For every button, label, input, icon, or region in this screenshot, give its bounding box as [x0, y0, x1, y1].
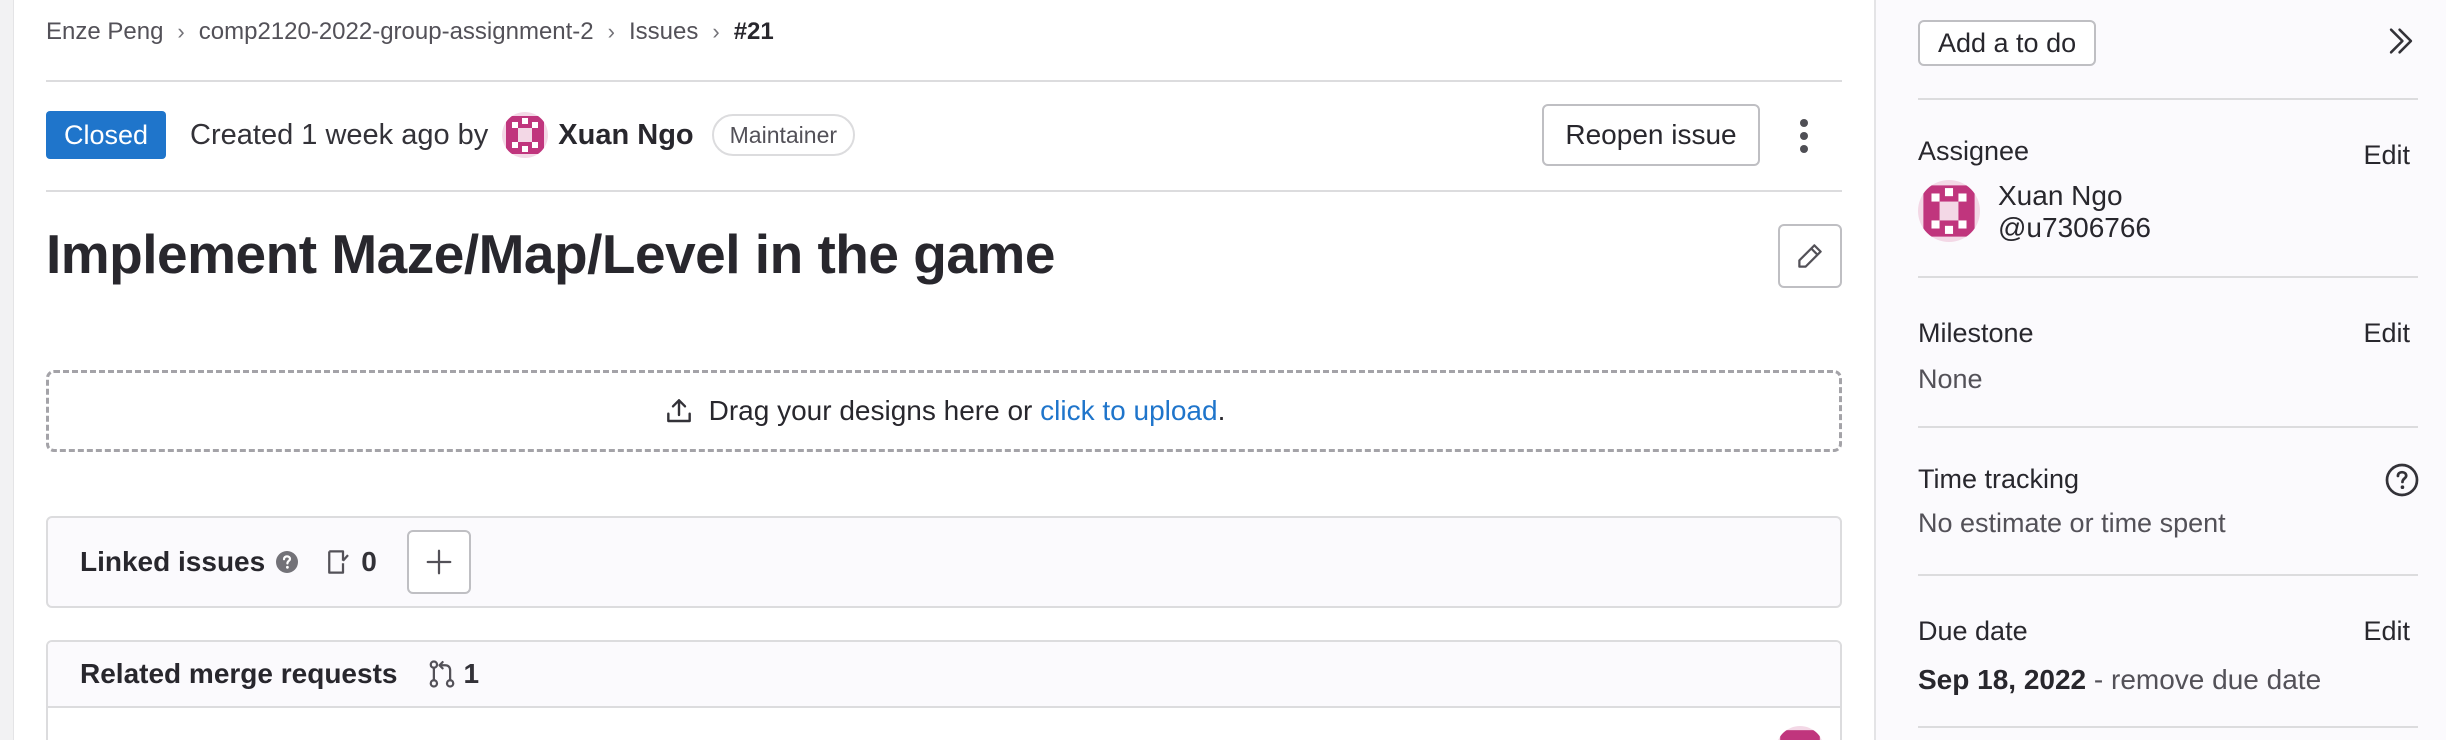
- author-avatar[interactable]: [502, 112, 549, 158]
- due-date-separator: -: [2086, 664, 2112, 695]
- merge-requests-title: Related merge requests: [80, 658, 398, 689]
- divider: [1918, 98, 2418, 100]
- role-badge: Maintainer: [711, 114, 856, 156]
- related-merge-requests-card: Related merge requests 1: [46, 640, 1842, 740]
- issues-icon: [328, 550, 350, 574]
- divider: [1918, 726, 2418, 728]
- merge-request-avatar[interactable]: [1776, 726, 1824, 740]
- assignee-avatar[interactable]: [1918, 180, 1980, 242]
- kebab-icon[interactable]: [1794, 114, 1814, 158]
- linked-issues-title: Linked issues: [80, 546, 266, 577]
- remove-due-date-link[interactable]: remove due date: [2111, 664, 2321, 695]
- design-dropzone[interactable]: Drag your designs here or click to uploa…: [46, 370, 1842, 452]
- assignee-name[interactable]: Xuan Ngo: [1998, 180, 2123, 212]
- issue-sidebar: Add a to do Assignee Edit Xuan Ngo @u730…: [1874, 0, 2446, 740]
- linked-issues-count: 0: [361, 546, 377, 577]
- divider: [1918, 276, 2418, 278]
- milestone-label: Milestone: [1918, 318, 2034, 348]
- double-chevron-right-icon[interactable]: [2384, 24, 2418, 58]
- left-nav-edge: [0, 0, 14, 740]
- add-linked-issue-button[interactable]: [406, 530, 471, 594]
- time-tracking-value: No estimate or time spent: [1918, 508, 2226, 538]
- pencil-icon: [1798, 244, 1822, 268]
- created-text: Created 1 week ago by: [190, 118, 489, 151]
- edit-due-date-link[interactable]: Edit: [2363, 616, 2410, 647]
- issue-main: Enze Peng › comp2120-2022-group-assignme…: [46, 0, 1842, 740]
- issue-title: Implement Maze/Map/Level in the game: [46, 223, 1055, 285]
- due-date-value: Sep 18, 2022 - remove due date: [1918, 664, 2321, 696]
- chevron-right-icon: ›: [177, 19, 185, 44]
- status-badge: Closed: [46, 111, 167, 159]
- add-todo-button[interactable]: Add a to do: [1918, 20, 2097, 66]
- avatar-identicon: [502, 112, 549, 158]
- upload-link[interactable]: click to upload: [1040, 395, 1217, 427]
- breadcrumb-issues[interactable]: Issues: [629, 18, 698, 46]
- breadcrumb: Enze Peng › comp2120-2022-group-assignme…: [46, 14, 774, 50]
- plus-icon: [426, 549, 452, 575]
- avatar-identicon: [1918, 180, 1980, 242]
- edit-milestone-link[interactable]: Edit: [2363, 318, 2410, 349]
- upload-icon: [666, 399, 691, 423]
- due-date: Sep 18, 2022: [1918, 664, 2087, 695]
- divider: [1918, 574, 2418, 576]
- edit-title-button[interactable]: [1778, 224, 1842, 288]
- divider: [1918, 426, 2418, 428]
- divider: [46, 80, 1842, 82]
- dropzone-text: Drag your designs here or: [708, 395, 1033, 426]
- breadcrumb-project[interactable]: comp2120-2022-group-assignment-2: [199, 18, 594, 46]
- question-icon[interactable]: [275, 550, 299, 574]
- reopen-issue-button[interactable]: Reopen issue: [1542, 104, 1760, 166]
- assignee-label: Assignee: [1918, 136, 2030, 166]
- merge-requests-count: 1: [463, 658, 480, 689]
- milestone-value: None: [1918, 364, 1983, 394]
- divider: [46, 190, 1842, 192]
- edit-assignee-link[interactable]: Edit: [2363, 140, 2410, 171]
- chevron-right-icon: ›: [607, 19, 615, 44]
- merge-request-icon: [430, 660, 455, 688]
- question-icon[interactable]: [2384, 462, 2420, 498]
- assignee-handle[interactable]: @u7306766: [1998, 212, 2151, 244]
- breadcrumb-issue-number[interactable]: #21: [734, 18, 774, 46]
- dropzone-suffix: .: [1217, 395, 1226, 426]
- merge-requests-header: Related merge requests 1: [48, 642, 1840, 708]
- breadcrumb-user[interactable]: Enze Peng: [46, 18, 163, 46]
- author-name[interactable]: Xuan Ngo: [558, 119, 693, 152]
- avatar-identicon: [1776, 726, 1824, 740]
- due-date-label: Due date: [1918, 616, 2028, 646]
- chevron-right-icon: ›: [712, 19, 720, 44]
- time-tracking-label: Time tracking: [1918, 464, 2080, 494]
- linked-issues-card: Linked issues 0: [46, 516, 1842, 608]
